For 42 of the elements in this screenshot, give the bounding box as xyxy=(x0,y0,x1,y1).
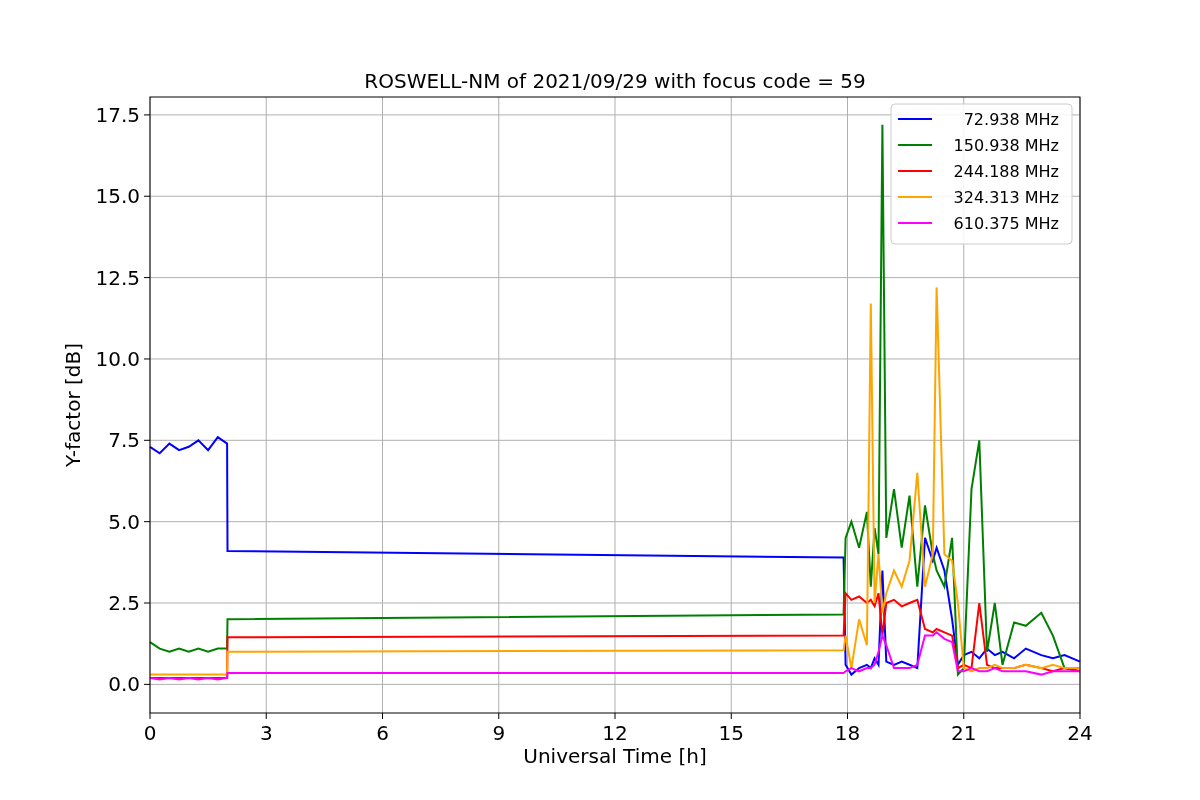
tick-mark xyxy=(143,358,151,360)
legend-label: 150.938 MHz xyxy=(953,136,1059,155)
tick-mark xyxy=(143,114,151,116)
tick-mark xyxy=(149,712,151,720)
tick-label: 0 xyxy=(143,721,157,745)
tick-mark xyxy=(1079,712,1081,720)
tick-label: 21 xyxy=(951,721,977,745)
tick-mark xyxy=(143,195,151,197)
tick-label: 10.0 xyxy=(95,346,140,371)
tick-mark xyxy=(143,277,151,279)
tick-label: 2.5 xyxy=(108,591,140,615)
tick-mark xyxy=(265,712,267,720)
tick-mark xyxy=(143,521,151,523)
tick-mark xyxy=(614,712,616,720)
tick-mark xyxy=(963,712,965,720)
legend-label: 324.313 MHz xyxy=(953,188,1059,207)
tick-mark xyxy=(143,439,151,441)
legend-label: 610.375 MHz xyxy=(953,214,1059,233)
tick-label: 7.5 xyxy=(108,428,140,453)
tick-label: 24 xyxy=(1067,721,1093,745)
tick-mark xyxy=(730,712,732,720)
tick-label: 12 xyxy=(602,721,628,745)
chart-title: ROSWELL-NM of 2021/09/29 with focus code = 59 xyxy=(364,69,866,93)
tick-mark xyxy=(847,712,848,720)
tick-mark xyxy=(143,602,151,604)
tick-label: 15.0 xyxy=(95,184,140,209)
tick-label: 6 xyxy=(376,721,389,745)
tick-mark xyxy=(498,712,500,720)
tick-mark xyxy=(143,683,151,685)
x-axis-label: Universal Time [h] xyxy=(523,744,707,768)
tick-label: 3 xyxy=(259,721,273,745)
tick-label: 15 xyxy=(718,721,744,745)
tick-label: 0.0 xyxy=(108,672,140,697)
tick-label: 18 xyxy=(834,721,861,745)
tick-label: 17.5 xyxy=(95,102,140,127)
y-axis-label: Y-factor [dB] xyxy=(61,343,85,467)
legend-label: 244.188 MHz xyxy=(953,162,1059,181)
tick-mark xyxy=(382,712,383,720)
tick-label: 12.5 xyxy=(95,265,140,290)
tick-label: 9 xyxy=(492,721,506,745)
tick-label: 5.0 xyxy=(108,509,140,534)
legend-label: 72.938 MHz xyxy=(963,110,1059,129)
